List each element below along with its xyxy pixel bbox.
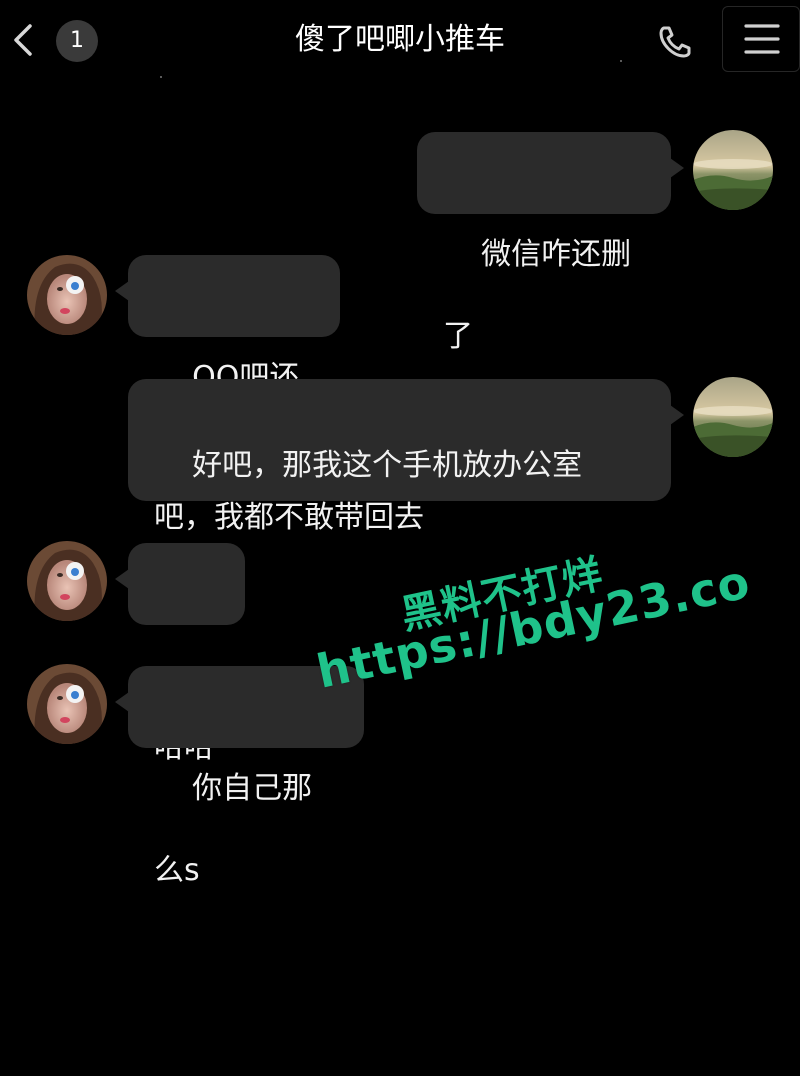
message-row: QQ吧还是: [0, 253, 800, 477]
chat-title: 傻了吧唧小推车: [295, 22, 505, 57]
call-button[interactable]: [655, 22, 695, 62]
bubble-tail: [115, 569, 129, 589]
landscape-avatar-image: [693, 130, 773, 210]
back-button[interactable]: [6, 20, 42, 60]
phone-icon: [659, 26, 691, 58]
chat-header: 1 傻了吧唧小推车: [0, 0, 800, 80]
message-text: 你自己那么s: [154, 771, 313, 888]
menu-icon: [744, 24, 780, 54]
unread-count-badge[interactable]: 1: [56, 20, 98, 62]
message-bubble[interactable]: 好吧，那我这个手机放办公室 吧，我都不敢带回去: [128, 379, 684, 535]
contact-avatar[interactable]: [27, 255, 107, 335]
my-avatar[interactable]: [693, 130, 773, 210]
message-bubble[interactable]: 微信咋还删了: [417, 132, 684, 354]
bubble-tail: [670, 158, 684, 178]
chevron-left-icon: [14, 24, 32, 56]
contact-avatar[interactable]: [27, 664, 107, 744]
message-text: 好吧，那我这个手机放办公室 吧，我都不敢带回去: [154, 448, 583, 535]
girl-avatar-image: [27, 541, 107, 621]
message-row: 微信咋还删了: [0, 130, 800, 354]
message-bubble[interactable]: 哈哈: [115, 543, 245, 765]
message-bubble[interactable]: QQ吧还是: [115, 255, 340, 477]
menu-button[interactable]: [722, 6, 800, 72]
bubble-tail: [115, 281, 129, 301]
my-avatar[interactable]: [693, 377, 773, 457]
landscape-avatar-image: [693, 377, 773, 457]
bubble-tail: [115, 692, 129, 712]
bubble-tail: [670, 405, 684, 425]
girl-avatar-image: [27, 255, 107, 335]
contact-avatar[interactable]: [27, 541, 107, 621]
girl-avatar-image: [27, 664, 107, 744]
message-row: 好吧，那我这个手机放办公室 吧，我都不敢带回去: [0, 377, 800, 535]
